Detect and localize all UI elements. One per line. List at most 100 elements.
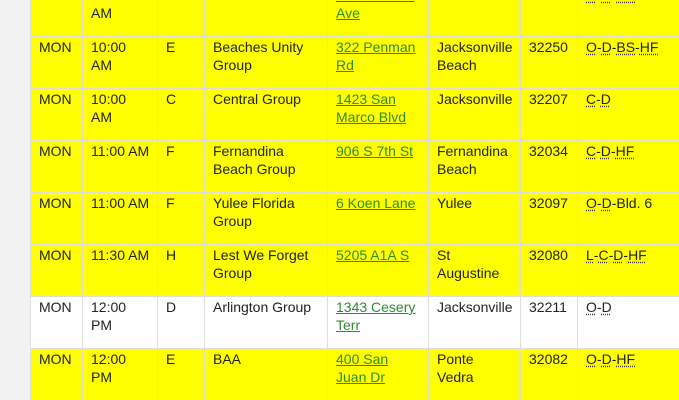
meeting-type-code[interactable]: HF (628, 247, 647, 263)
meeting-time: 11:00 AM (82, 192, 158, 245)
meeting-type-code[interactable]: HF (616, 0, 635, 3)
table-row: MON 11:00 AM F Yulee Florida Group 6 Koen La… (30, 192, 679, 245)
meeting-type-code[interactable]: D (613, 247, 623, 263)
address-link[interactable]: 5205 A1A S (336, 247, 409, 263)
meeting-day: MON (30, 348, 83, 400)
meeting-type-code[interactable]: D (602, 0, 612, 3)
meeting-name: Fernandina Beach Group (204, 140, 328, 193)
meeting-type-code[interactable]: D (602, 39, 612, 55)
meeting-name: Yulee Florida Group (204, 192, 328, 245)
table-row: MON 11:30 AM H Lest We Forget Group 5205 A1A… (30, 244, 679, 297)
address-link[interactable]: 6 Koen Lane (336, 195, 415, 211)
meeting-address-cell: 1423 San Marco Blvd (327, 88, 429, 141)
meeting-city: Jacksonville Beach (428, 36, 521, 89)
meeting-type-code[interactable]: O (586, 299, 597, 315)
meeting-name: Winners (204, 0, 328, 37)
meeting-address-cell: 400 San Juan Dr (327, 348, 429, 400)
meeting-type-code[interactable]: C (586, 91, 596, 107)
meeting-type-code[interactable]: L (586, 247, 594, 263)
meeting-day: MON (30, 244, 83, 297)
table-row: MON 12:00 PM E BAA 400 San Juan Dr Ponte Vedr… (30, 348, 679, 400)
meeting-day: MON (30, 140, 83, 193)
meeting-name: Lest We Forget Group (204, 244, 328, 297)
meeting-type-code[interactable]: D (602, 351, 612, 367)
meeting-district: H (157, 244, 205, 297)
meeting-type-code[interactable]: C (586, 143, 596, 159)
meeting-city: Yulee (428, 192, 521, 245)
address-link[interactable]: 322 Penman Rd (336, 39, 415, 73)
meeting-day: MON (30, 296, 83, 349)
meeting-time: 11:30 AM (82, 244, 158, 297)
meeting-district: E (157, 36, 205, 89)
meeting-name: Arlington Group (204, 296, 328, 349)
meeting-type-code[interactable]: O (586, 0, 597, 3)
meeting-district: B (157, 0, 205, 37)
meeting-day: MON (30, 88, 83, 141)
meeting-district: F (157, 192, 205, 245)
meeting-time: 12:00 PM (82, 348, 158, 400)
meeting-day: MON (30, 192, 83, 245)
address-link[interactable]: 1400 Cassat Ave (336, 0, 415, 21)
meeting-zip: 32097 (520, 192, 578, 245)
meeting-type-code[interactable]: O (586, 351, 597, 367)
meeting-address-cell: 6 Koen Lane (327, 192, 429, 245)
meeting-types-cell: O-D-HF (577, 348, 679, 400)
meeting-type-code[interactable]: BS (616, 39, 635, 55)
meeting-address-cell: 906 S 7th St (327, 140, 429, 193)
meeting-city: Jacksonville (428, 88, 521, 141)
meeting-type-note: Bld. 6 (616, 195, 653, 211)
meeting-type-code[interactable]: D (601, 143, 611, 159)
meeting-name: Central Group (204, 88, 328, 141)
meeting-type-code[interactable]: D (602, 299, 612, 315)
meeting-types-cell: C-D-HF (577, 140, 679, 193)
meeting-day: MON (30, 0, 83, 37)
meeting-type-code[interactable]: C (598, 247, 608, 263)
meeting-zip: 32034 (520, 140, 578, 193)
meeting-time: 10:00 AM (82, 36, 158, 89)
address-link[interactable]: 906 S 7th St (336, 143, 413, 159)
meeting-rows: MON09:30 AMBWinners1400 Cassat AveJackso… (30, 0, 679, 400)
table-row: MON 12:00 PM D Arlington Group 1343 Cesery T… (30, 296, 679, 349)
meeting-type-code[interactable]: O (586, 39, 597, 55)
meeting-types-cell: O-D-Bld. 6 (577, 192, 679, 245)
meeting-zip: 32080 (520, 244, 578, 297)
meeting-district: E (157, 348, 205, 400)
meeting-city: Fernandina Beach (428, 140, 521, 193)
address-link[interactable]: 1423 San Marco Blvd (336, 91, 406, 125)
meeting-address-cell: 1400 Cassat Ave (327, 0, 429, 37)
meeting-zip: 32082 (520, 348, 578, 400)
meeting-type-code[interactable]: HF (616, 351, 635, 367)
meeting-types-cell: O-D (577, 296, 679, 349)
address-link[interactable]: 1343 Cesery Terr (336, 299, 415, 333)
meeting-name: Beaches Unity Group (204, 36, 328, 89)
table-row: MON 11:00 AM F Fernandina Beach Group 906 S … (30, 140, 679, 193)
meeting-district: D (157, 296, 205, 349)
meeting-zip: 32207 (520, 88, 578, 141)
meeting-type-code[interactable]: HF (640, 39, 659, 55)
address-link[interactable]: 400 San Juan Dr (336, 351, 388, 385)
meeting-schedule-table: MON09:30 AMBWinners1400 Cassat AveJackso… (30, 0, 679, 400)
meeting-type-code[interactable]: O (586, 195, 597, 211)
table-row: MON 10:00 AM E Beaches Unity Group 322 Penma… (30, 36, 679, 89)
meeting-district: F (157, 140, 205, 193)
meeting-time: 11:00 AM (82, 140, 158, 193)
meeting-city: Jacksonville (428, 296, 521, 349)
table-row: MON09:30 AMBWinners 1400 Cassat Ave Jackso… (30, 0, 679, 37)
meeting-time: 12:00 PM (82, 296, 158, 349)
meeting-time: 10:00 AM (82, 88, 158, 141)
meeting-types-cell: C-D (577, 88, 679, 141)
meeting-address-cell: 322 Penman Rd (327, 36, 429, 89)
meeting-city: St Augustine (428, 244, 521, 297)
meeting-type-code[interactable]: D (602, 195, 612, 211)
meeting-city: Jacksonville (428, 0, 521, 37)
meeting-address-cell: 1343 Cesery Terr (327, 296, 429, 349)
meeting-type-code[interactable]: HF (616, 143, 635, 159)
meeting-type-code[interactable]: D (601, 91, 611, 107)
meeting-types-cell: O-D-HF (577, 0, 679, 37)
meeting-city: Ponte Vedra (428, 348, 521, 400)
meeting-name: BAA (204, 348, 328, 400)
meeting-time: 09:30 AM (82, 0, 158, 37)
meeting-types-cell: L-C-D-HF (577, 244, 679, 297)
meeting-list-frame: MON09:30 AMBWinners1400 Cassat AveJackso… (30, 0, 679, 400)
meeting-types-cell: O-D-BS-HF (577, 36, 679, 89)
